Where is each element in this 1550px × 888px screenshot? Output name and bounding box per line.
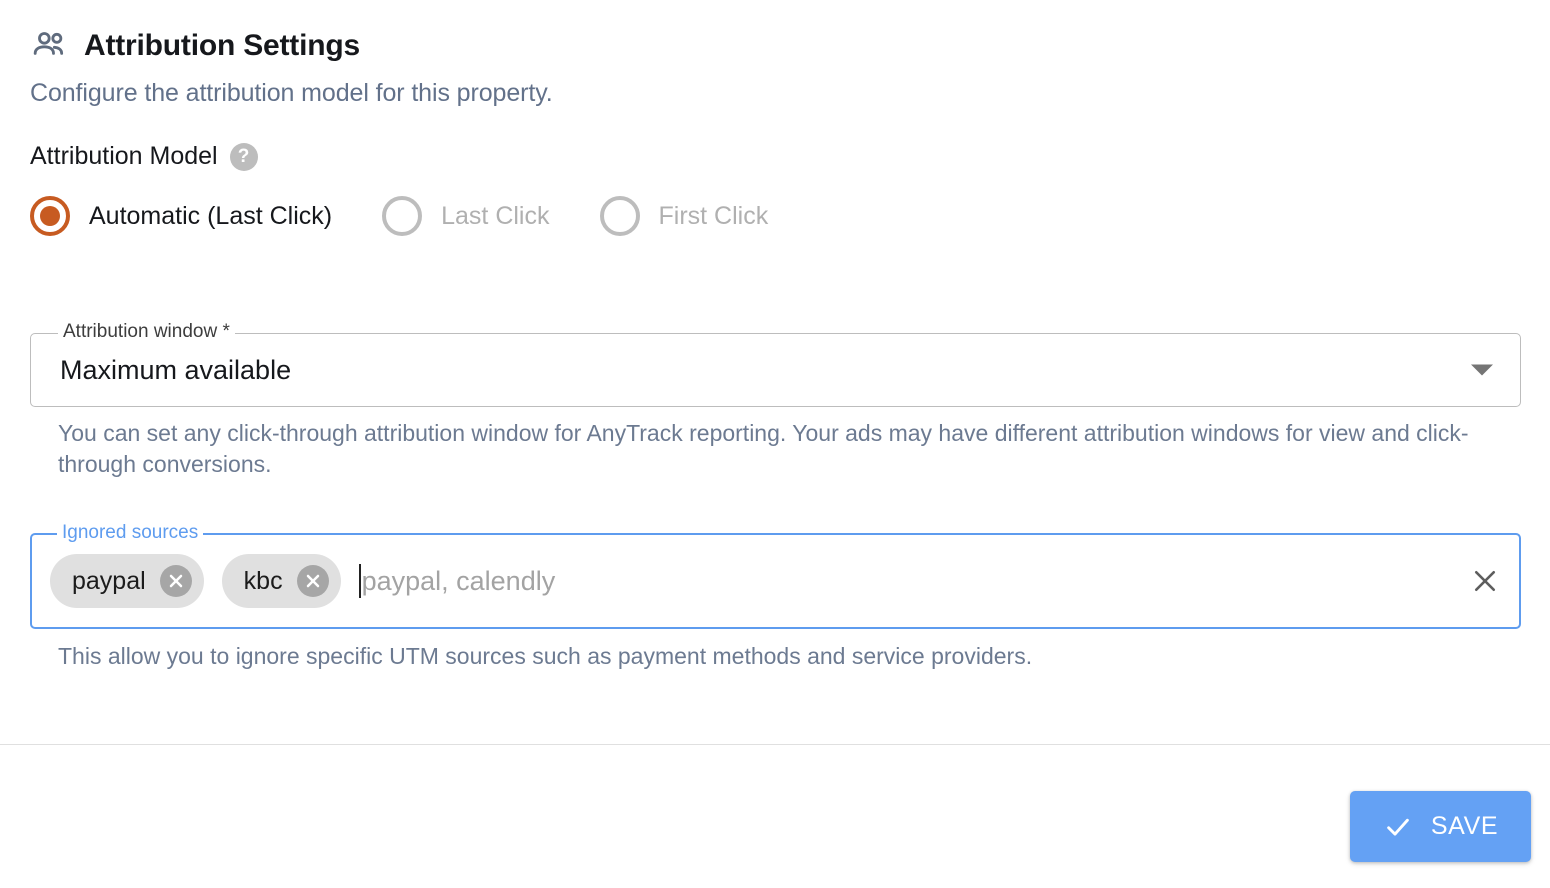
radio-circle-icon — [30, 196, 70, 236]
chip-remove-icon[interactable] — [159, 565, 192, 597]
radio-option-last-click[interactable]: Last Click — [382, 196, 550, 236]
attribution-model-section: Attribution Model ? — [30, 142, 258, 171]
page-header: Attribution Settings — [30, 26, 360, 66]
attribution-model-label: Attribution Model — [30, 142, 218, 170]
help-circle-icon[interactable]: ? — [229, 142, 258, 171]
ignored-sources-helper-text: This allow you to ignore specific UTM so… — [58, 643, 1033, 669]
radio-label: Automatic (Last Click) — [89, 201, 333, 230]
attribution-window-label: Attribution window * — [58, 321, 235, 343]
chip-label: paypal — [72, 566, 146, 595]
chevron-down-icon[interactable] — [1471, 364, 1493, 376]
page-title: Attribution Settings — [84, 29, 360, 62]
ignored-sources-field[interactable]: Ignored sources paypal kbc paypal, calen… — [30, 522, 1521, 629]
attribution-window-helper-text: You can set any click-through attributio… — [58, 420, 1469, 478]
radio-circle-icon — [599, 196, 640, 236]
attribution-settings-page: Attribution Settings Configure the attri… — [0, 0, 1550, 888]
text-caret — [358, 564, 361, 598]
save-button[interactable]: SAVE — [1350, 791, 1531, 862]
attribution-window-select[interactable]: Attribution window * Maximum available — [30, 321, 1521, 407]
close-icon[interactable] — [1465, 561, 1505, 601]
radio-label: Last Click — [441, 201, 550, 230]
chip-remove-icon[interactable] — [296, 565, 329, 597]
radio-label: First Click — [658, 201, 769, 230]
chip-paypal: paypal — [50, 554, 204, 608]
footer-divider — [0, 744, 1550, 745]
radio-option-first-click[interactable]: First Click — [599, 196, 769, 236]
people-icon — [30, 26, 70, 66]
save-button-label: SAVE — [1430, 812, 1499, 840]
ignored-sources-placeholder: paypal, calendly — [361, 565, 556, 596]
attribution-model-radio-group: Automatic (Last Click) Last Click First … — [30, 196, 768, 236]
radio-option-automatic-last-click[interactable]: Automatic (Last Click) — [30, 196, 332, 236]
attribution-window-value: Maximum available — [60, 354, 292, 385]
chip-kbc: kbc — [221, 554, 341, 608]
page-subtitle: Configure the attribution model for this… — [30, 79, 553, 107]
ignored-sources-label: Ignored sources — [57, 522, 204, 544]
check-icon — [1383, 812, 1413, 842]
ignored-sources-input[interactable]: paypal, calendly — [358, 564, 1465, 598]
chip-label: kbc — [243, 566, 283, 595]
radio-circle-icon — [382, 196, 423, 236]
